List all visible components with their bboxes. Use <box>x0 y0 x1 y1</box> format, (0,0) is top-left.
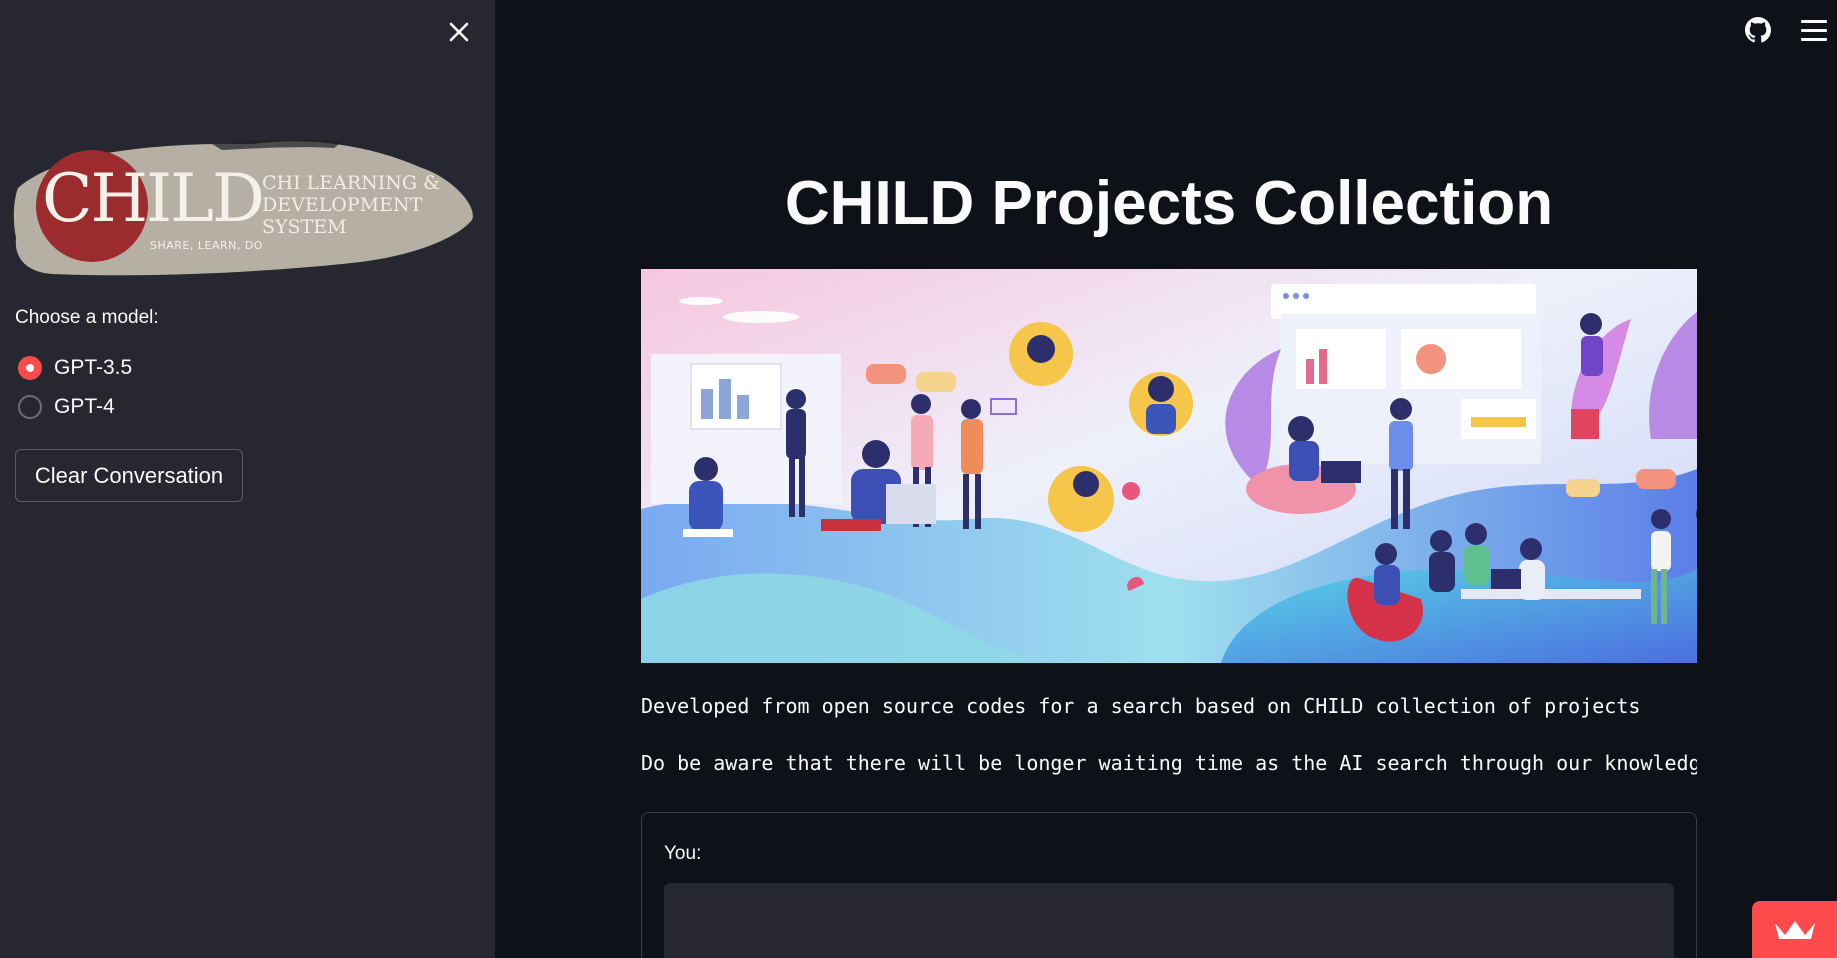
description-line-2: Do be aware that there will be longer wa… <box>641 751 1697 775</box>
sidebar: CHILD CHI LEARNING & DEVELOPMENT SYSTEM … <box>0 0 495 958</box>
radio-dot-selected[interactable] <box>18 356 42 380</box>
radio-gpt-3-5[interactable]: GPT-3.5 <box>18 356 132 380</box>
description-line-1: Developed from open source codes for a s… <box>641 694 1641 718</box>
logo-monogram: CHILD <box>42 160 265 237</box>
page-title: CHILD Projects Collection <box>784 169 1554 238</box>
logo-line-2: DEVELOPMENT <box>262 194 423 216</box>
you-label: You: <box>664 843 702 864</box>
child-logo: CHILD CHI LEARNING & DEVELOPMENT SYSTEM … <box>12 138 474 280</box>
streamlit-badge-button[interactable] <box>1752 901 1837 958</box>
chat-form: You: <box>641 812 1697 958</box>
menu-icon[interactable] <box>1801 20 1827 41</box>
model-label: Choose a model: <box>15 307 159 328</box>
logo-line-3: SYSTEM <box>262 216 347 238</box>
menu-bar <box>1801 29 1827 32</box>
menu-bar <box>1801 38 1827 41</box>
menu-bar <box>1801 20 1827 23</box>
clear-conversation-button[interactable]: Clear Conversation <box>15 449 243 502</box>
radio-label-gpt-4: GPT-4 <box>54 395 115 418</box>
github-button[interactable] <box>1745 17 1771 43</box>
crown-icon <box>1774 920 1815 939</box>
chat-input[interactable] <box>664 883 1674 958</box>
close-icon <box>449 22 469 42</box>
logo-line-1: CHI LEARNING & <box>262 172 441 194</box>
radio-label-gpt-3-5: GPT-3.5 <box>54 356 133 379</box>
hero-illustration <box>641 269 1697 663</box>
radio-dot[interactable] <box>18 395 42 419</box>
logo-tagline: SHARE, LEARN, DO <box>150 239 263 252</box>
radio-gpt-4[interactable]: GPT-4 <box>18 395 115 419</box>
github-icon <box>1745 17 1771 43</box>
close-sidebar-button[interactable] <box>443 16 475 48</box>
